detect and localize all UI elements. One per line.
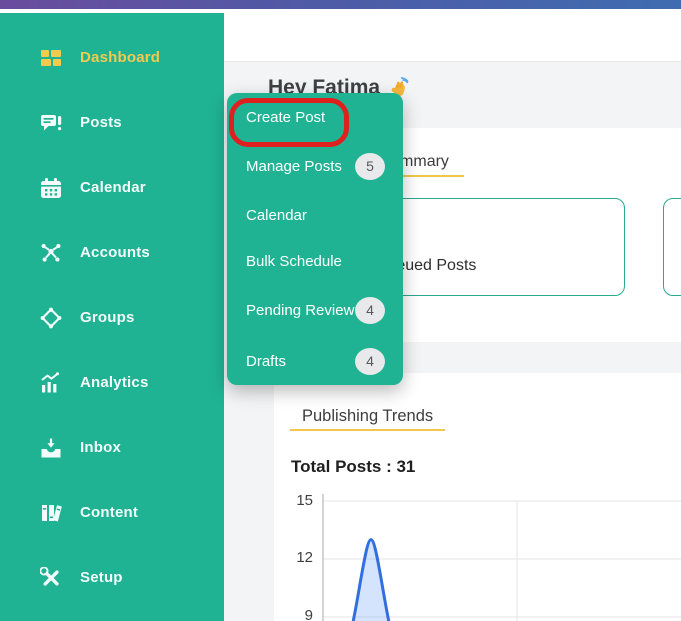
- setup-icon: [40, 567, 62, 589]
- flyout-item-manage-posts[interactable]: Manage Posts 5: [246, 152, 391, 180]
- accounts-icon: [40, 242, 62, 264]
- sidebar-item-label: Dashboard: [80, 49, 160, 66]
- flyout-item-bulk-schedule[interactable]: Bulk Schedule: [246, 247, 391, 275]
- publishing-trends-chart: [322, 490, 681, 621]
- sidebar-item-label: Posts: [80, 114, 122, 131]
- app-root: Dashboard Posts Calendar Accounts: [0, 0, 681, 621]
- y-axis-tick: 9: [287, 607, 313, 621]
- trend-area: [338, 540, 404, 621]
- dashboard-icon: [40, 47, 62, 69]
- publishing-trends-panel: Publishing Trends Total Posts : 31 15 12…: [274, 373, 681, 621]
- sidebar-item-label: Setup: [80, 569, 123, 586]
- analytics-icon: [40, 372, 62, 394]
- flyout-item-drafts[interactable]: Drafts 4: [246, 347, 391, 375]
- top-accent-bar: [0, 0, 681, 9]
- sidebar-item-label: Groups: [80, 309, 135, 326]
- flyout-item-label: Manage Posts: [246, 158, 342, 175]
- sidebar-item-analytics[interactable]: Analytics: [0, 350, 224, 415]
- sidebar-item-content[interactable]: Content: [0, 480, 224, 545]
- sidebar-item-posts[interactable]: Posts: [0, 90, 224, 155]
- flyout-item-label: Pending Review: [246, 302, 354, 319]
- posts-flyout-menu: Create Post Manage Posts 5 Calendar Bulk…: [227, 93, 403, 385]
- sidebar-item-label: Content: [80, 504, 138, 521]
- sidebar-item-label: Analytics: [80, 374, 149, 391]
- count-badge: 5: [355, 153, 385, 180]
- posts-icon: [40, 112, 62, 134]
- inbox-icon: [40, 437, 62, 459]
- count-badge: 4: [355, 348, 385, 375]
- y-axis-tick: 15: [287, 492, 313, 509]
- calendar-icon: [40, 177, 62, 199]
- flyout-item-label: Create Post: [246, 109, 325, 126]
- groups-icon: [40, 307, 62, 329]
- total-posts-label: Total Posts : 31: [291, 457, 415, 477]
- sidebar-item-label: Inbox: [80, 439, 121, 456]
- sidebar-item-label: Calendar: [80, 179, 146, 196]
- tab-active-underline: [290, 429, 445, 431]
- flyout-item-label: Drafts: [246, 353, 286, 370]
- tab-publishing-trends[interactable]: Publishing Trends: [302, 407, 433, 426]
- content-icon: [40, 502, 62, 524]
- summary-card-2[interactable]: [663, 198, 681, 296]
- sidebar-item-setup[interactable]: Setup: [0, 545, 224, 610]
- flyout-item-pending-review[interactable]: Pending Review 4: [246, 296, 391, 324]
- y-axis-tick: 12: [287, 549, 313, 566]
- sidebar-item-inbox[interactable]: Inbox: [0, 415, 224, 480]
- count-badge: 4: [355, 297, 385, 324]
- flyout-item-create-post[interactable]: Create Post: [246, 103, 391, 131]
- sidebar-nav: Dashboard Posts Calendar Accounts: [0, 13, 224, 610]
- sidebar-item-dashboard[interactable]: Dashboard: [0, 25, 224, 90]
- flyout-item-calendar[interactable]: Calendar: [246, 201, 391, 229]
- flyout-item-label: Calendar: [246, 207, 307, 224]
- sidebar-item-accounts[interactable]: Accounts: [0, 220, 224, 285]
- sidebar-item-groups[interactable]: Groups: [0, 285, 224, 350]
- sidebar-item-label: Accounts: [80, 244, 150, 261]
- top-header: [224, 9, 681, 62]
- sidebar: Dashboard Posts Calendar Accounts: [0, 13, 224, 621]
- flyout-item-label: Bulk Schedule: [246, 253, 342, 270]
- sidebar-item-calendar[interactable]: Calendar: [0, 155, 224, 220]
